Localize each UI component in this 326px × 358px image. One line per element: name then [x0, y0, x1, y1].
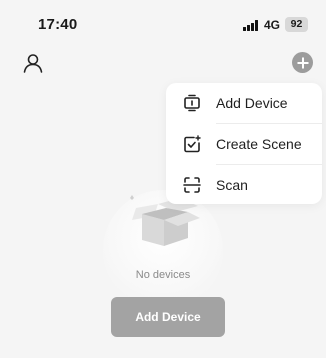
scan-icon	[183, 177, 201, 193]
menu-item-label: Create Scene	[216, 136, 302, 152]
empty-message: No devices	[135, 269, 191, 281]
plus-circle-icon[interactable]	[292, 52, 313, 73]
network-type: 4G	[264, 18, 281, 32]
menu-item-label: Scan	[216, 177, 248, 193]
person-icon	[23, 54, 43, 73]
battery-indicator: 92	[285, 17, 308, 32]
device-add-icon	[184, 94, 200, 112]
add-menu-popup: Add Device Create Scene Scan	[166, 83, 322, 204]
signal-strength-icon	[243, 20, 261, 31]
menu-item-add-device[interactable]: Add Device	[166, 83, 322, 123]
status-time: 17:40	[38, 16, 78, 33]
profile-button[interactable]	[22, 52, 44, 74]
menu-item-label: Add Device	[216, 95, 288, 111]
menu-item-scan[interactable]: Scan	[166, 165, 322, 205]
menu-item-create-scene[interactable]: Create Scene	[166, 124, 322, 164]
status-bar: 17:40 4G 92	[0, 0, 326, 48]
add-device-button[interactable]: Add Device	[111, 297, 225, 337]
scene-check-icon	[184, 135, 201, 153]
